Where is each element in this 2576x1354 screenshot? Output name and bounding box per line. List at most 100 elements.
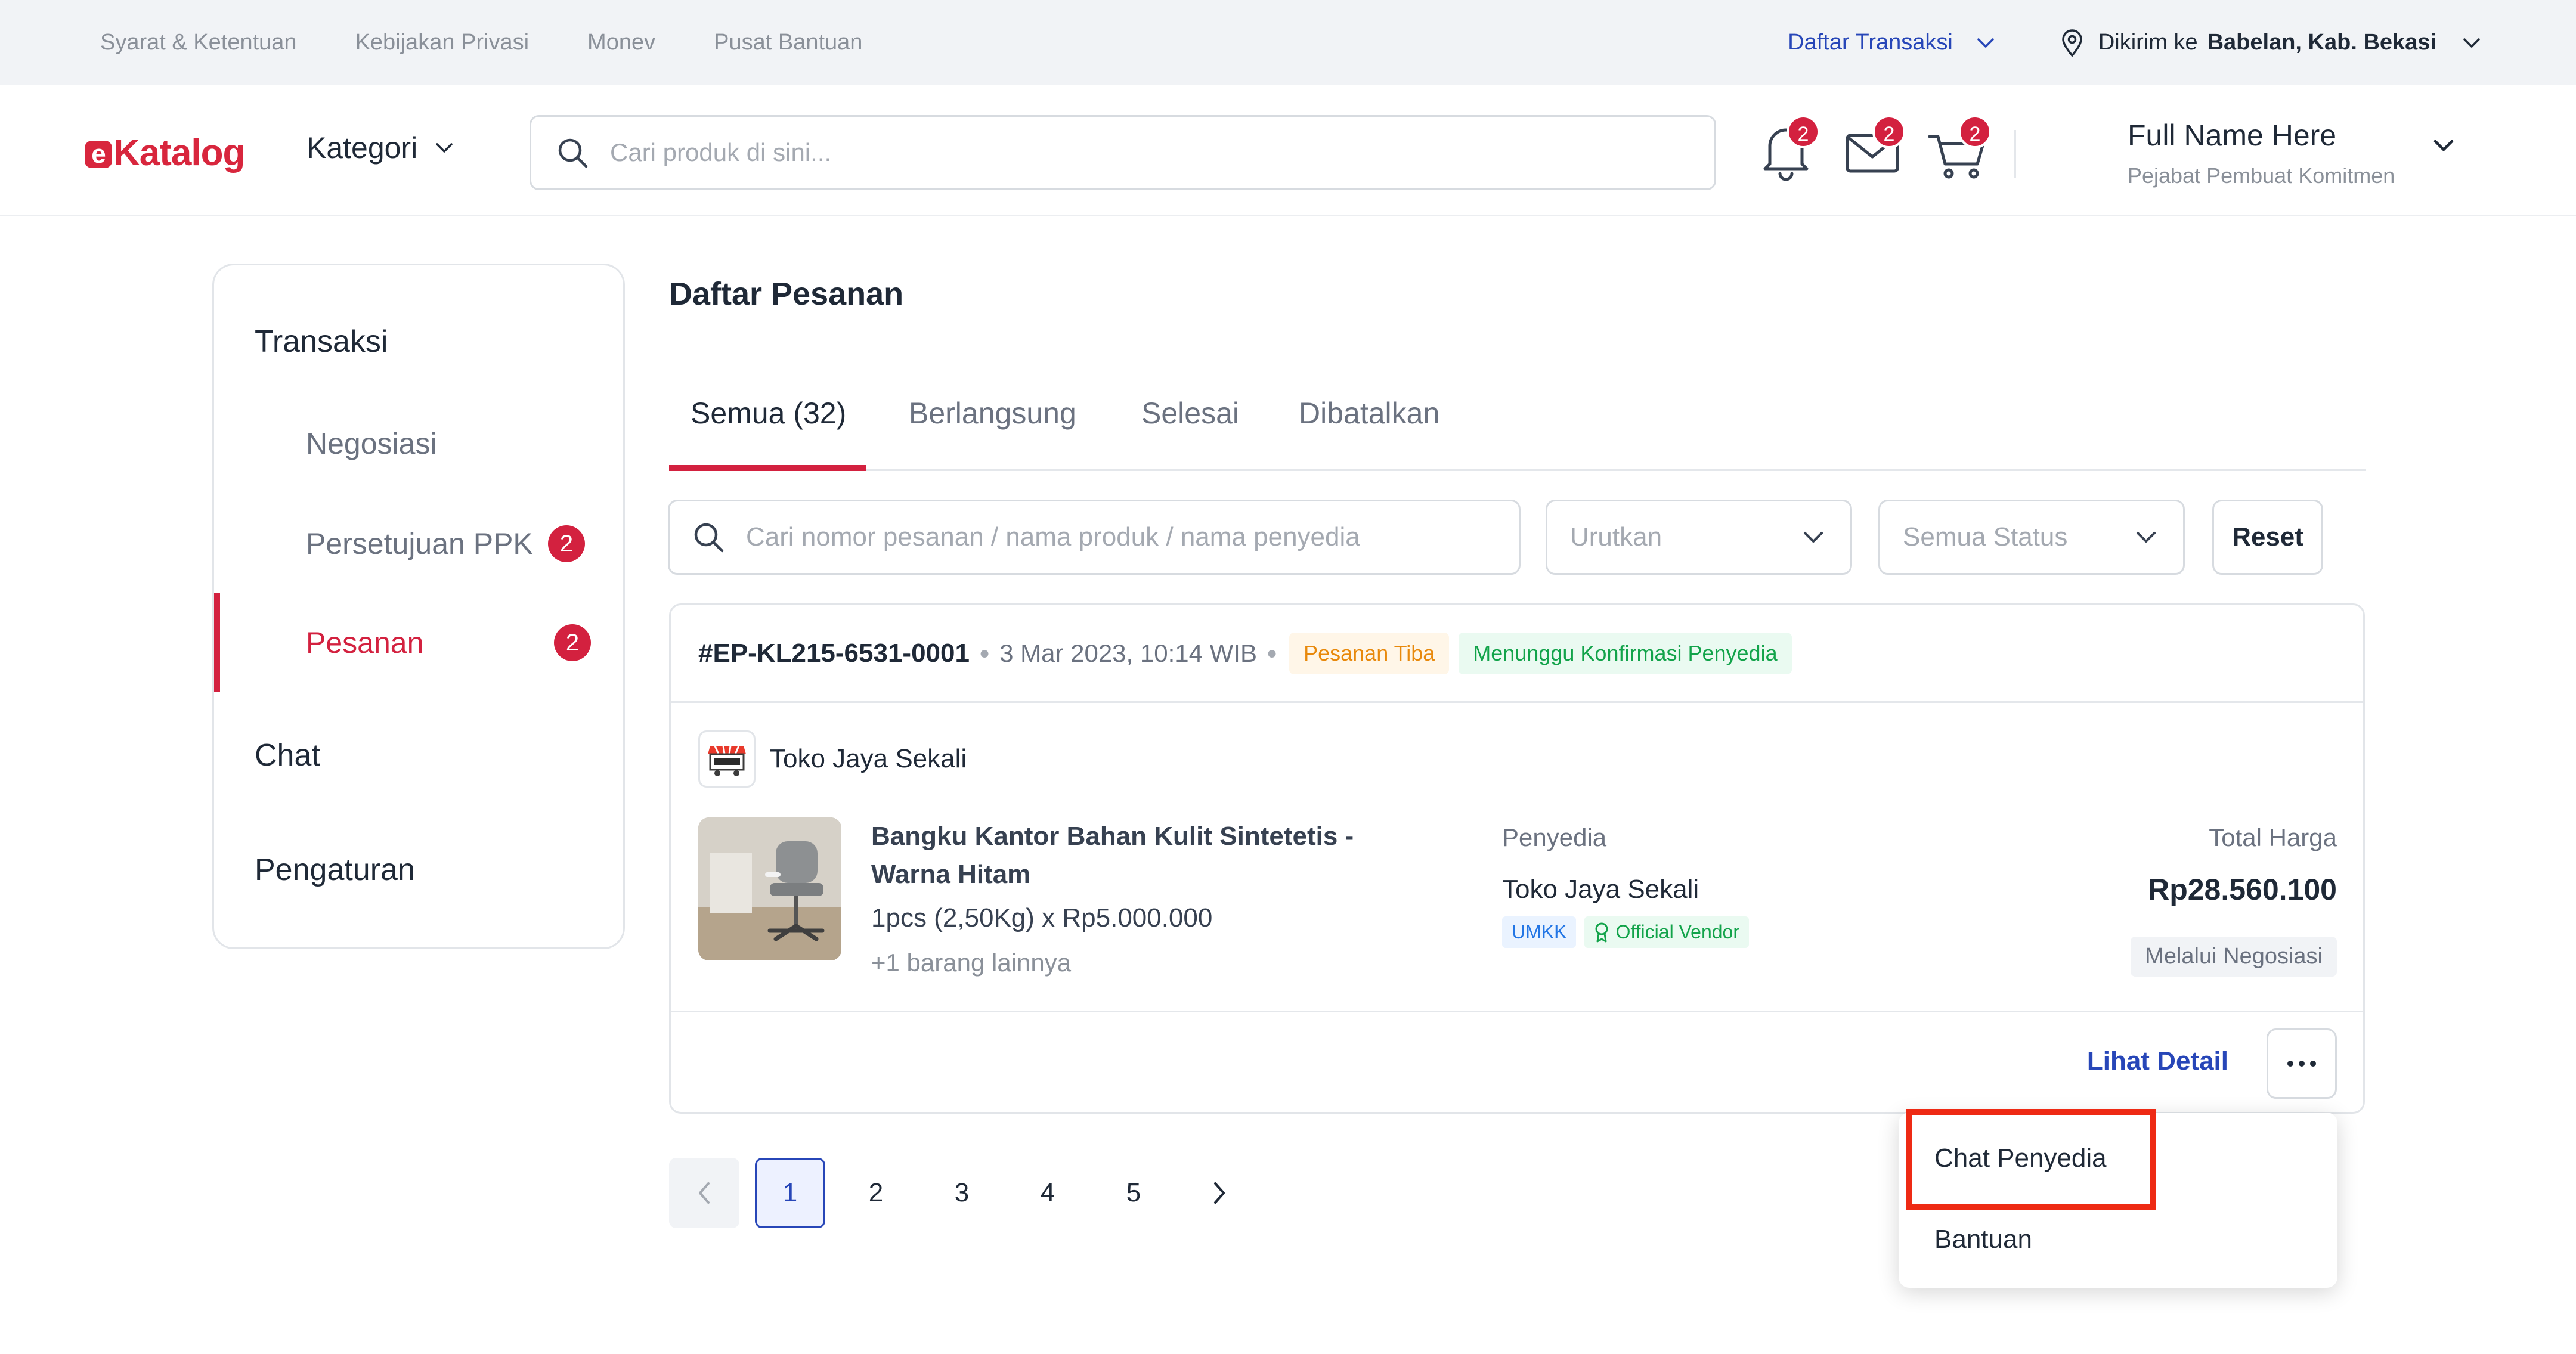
cart-button[interactable]: 2 xyxy=(1925,115,1992,181)
shipping-location[interactable]: Dikirim ke Babelan, Kab. Bekasi xyxy=(2060,29,2481,57)
order-search-placeholder: Cari nomor pesanan / nama produk / nama … xyxy=(746,522,1360,551)
sidebar-item-label: Pesanan xyxy=(306,626,424,659)
product-name-line: Bangku Kantor Bahan Kulit Sintetetis - xyxy=(871,822,1354,851)
main-header: e Katalog Kategori Cari produk di sini...… xyxy=(0,85,2576,216)
view-detail-link[interactable]: Lihat Detail xyxy=(2087,1046,2228,1076)
user-profile-menu[interactable]: Full Name Here Pejabat Pembuat Komitmen xyxy=(2128,118,2395,188)
reset-button[interactable]: Reset xyxy=(2212,500,2323,575)
messages-button[interactable]: 2 xyxy=(1839,115,1906,181)
sidebar-section-pengaturan[interactable]: Pengaturan xyxy=(255,852,415,888)
award-icon xyxy=(1595,922,1608,942)
sidebar-item-persetujuan-ppk[interactable]: Persetujuan PPK 2 xyxy=(214,494,623,593)
tab-berlangsung[interactable]: Berlangsung xyxy=(909,382,1076,471)
chevron-down-icon xyxy=(2137,532,2156,543)
order-card-header: #EP-KL215-6531-0001 ● 3 Mar 2023, 10:14 … xyxy=(671,605,2363,703)
logo-mark: e xyxy=(85,141,112,168)
page-title: Daftar Pesanan xyxy=(669,276,904,312)
chevron-down-icon xyxy=(1804,532,1823,543)
status-badge-awaiting: Menunggu Konfirmasi Penyedia xyxy=(1459,632,1792,674)
product-name-line: Warna Hitam xyxy=(871,860,1031,889)
order-card: #EP-KL215-6531-0001 ● 3 Mar 2023, 10:14 … xyxy=(669,603,2365,1114)
shipping-location-value: Babelan, Kab. Bekasi xyxy=(2207,30,2436,55)
tab-semua[interactable]: Semua (32) xyxy=(669,382,866,471)
prev-page-button[interactable] xyxy=(669,1158,739,1228)
search-icon xyxy=(558,138,588,168)
sidebar-item-negosiasi[interactable]: Negosiasi xyxy=(214,394,623,493)
total-label: Total Harga xyxy=(2209,823,2337,851)
chevron-down-icon[interactable] xyxy=(2433,139,2454,152)
notification-button[interactable]: 2 xyxy=(1753,115,1820,181)
privacy-link[interactable]: Kebijakan Privasi xyxy=(355,30,529,55)
monev-link[interactable]: Monev xyxy=(587,30,655,55)
vendor-tags: UMKK Official Vendor xyxy=(1502,916,1749,948)
sidebar-item-label: Persetujuan PPK xyxy=(306,527,533,560)
umkk-badge: UMKK xyxy=(1502,916,1577,948)
tab-dibatalkan[interactable]: Dibatalkan xyxy=(1299,382,1439,471)
official-vendor-label: Official Vendor xyxy=(1615,921,1739,943)
search-icon xyxy=(694,523,724,553)
status-badge-arrived: Pesanan Tiba xyxy=(1289,632,1450,674)
more-options-button[interactable] xyxy=(2267,1028,2337,1099)
ekatalog-logo[interactable]: e Katalog xyxy=(85,132,245,174)
notification-badge: 2 xyxy=(1787,115,1820,148)
separator-dot: ● xyxy=(979,643,990,663)
transaction-list-label: Daftar Transaksi xyxy=(1788,30,1953,55)
more-horizontal-icon xyxy=(2287,1061,2316,1067)
chevron-down-icon xyxy=(2463,38,2480,48)
page-3-button[interactable]: 3 xyxy=(927,1158,997,1228)
user-role: Pejabat Pembuat Komitmen xyxy=(2128,163,2395,188)
logo-text: Katalog xyxy=(113,132,245,173)
location-pin-icon xyxy=(2062,29,2082,57)
order-date: 3 Mar 2023, 10:14 WIB xyxy=(999,639,1257,667)
terms-link[interactable]: Syarat & Ketentuan xyxy=(100,30,297,55)
product-quantity: 1pcs (2,50Kg) x Rp5.000.000 xyxy=(871,903,1213,932)
sidebar-section-chat[interactable]: Chat xyxy=(255,738,320,773)
order-status-tabs: Semua (32) Berlangsung Selesai Dibatalka… xyxy=(669,382,2366,471)
cart-badge: 2 xyxy=(1958,115,1992,148)
search-placeholder: Cari produk di sini... xyxy=(610,138,832,166)
chevron-right-icon xyxy=(1214,1182,1225,1204)
product-search-input[interactable]: Cari produk di sini... xyxy=(530,115,1716,190)
status-select[interactable]: Semua Status xyxy=(1878,500,2185,575)
card-divider xyxy=(671,1011,2363,1012)
sidebar-item-label: Negosiasi xyxy=(306,427,437,460)
chevron-down-icon xyxy=(436,143,453,153)
vendor-label: Penyedia xyxy=(1502,823,1607,851)
vendor-name: Toko Jaya Sekali xyxy=(1502,875,1699,904)
shipping-prefix: Dikirim ke xyxy=(2098,30,2198,55)
account-sidebar: Transaksi Negosiasi Persetujuan PPK 2 Pe… xyxy=(212,264,625,949)
page-5-button[interactable]: 5 xyxy=(1098,1158,1169,1228)
page-4-button[interactable]: 4 xyxy=(1013,1158,1083,1228)
header-divider xyxy=(2014,130,2016,178)
official-vendor-badge: Official Vendor xyxy=(1584,916,1749,948)
menu-item-help[interactable]: Bantuan xyxy=(1934,1225,2032,1254)
sort-placeholder: Urutkan xyxy=(1570,522,1662,551)
store-row: Toko Jaya Sekali xyxy=(698,730,967,788)
next-page-button[interactable] xyxy=(1184,1158,1255,1228)
sidebar-item-pesanan[interactable]: Pesanan 2 xyxy=(214,593,623,692)
category-label: Kategori xyxy=(306,131,418,165)
chevron-down-icon xyxy=(1977,38,1994,48)
help-center-link[interactable]: Pusat Bantuan xyxy=(714,30,862,55)
page-2-button[interactable]: 2 xyxy=(841,1158,911,1228)
payment-method-badge: Melalui Negosiasi xyxy=(2131,937,2337,977)
page-1-button[interactable]: 1 xyxy=(755,1158,825,1228)
more-items-text: +1 barang lainnya xyxy=(871,949,1072,977)
product-image[interactable] xyxy=(698,817,841,960)
order-search-input[interactable]: Cari nomor pesanan / nama produk / nama … xyxy=(668,500,1521,575)
store-name[interactable]: Toko Jaya Sekali xyxy=(770,744,967,774)
sort-select[interactable]: Urutkan xyxy=(1546,500,1852,575)
count-badge: 2 xyxy=(554,624,591,661)
user-name: Full Name Here xyxy=(2128,119,2337,152)
product-name[interactable]: Bangku Kantor Bahan Kulit Sintetetis - W… xyxy=(871,817,1384,894)
category-menu[interactable]: Kategori xyxy=(306,131,453,165)
online-store-icon xyxy=(698,730,756,788)
tab-selesai[interactable]: Selesai xyxy=(1141,382,1239,471)
sidebar-section-transaksi[interactable]: Transaksi xyxy=(255,324,388,360)
transaction-list-dropdown[interactable]: Daftar Transaksi xyxy=(1788,30,1995,55)
topbar-right: Daftar Transaksi Dikirim ke Babelan, Kab… xyxy=(1788,0,2481,85)
separator-dot: ● xyxy=(1266,643,1278,663)
order-number: #EP-KL215-6531-0001 xyxy=(698,638,970,668)
message-badge: 2 xyxy=(1872,115,1906,148)
status-placeholder: Semua Status xyxy=(1903,522,2068,551)
